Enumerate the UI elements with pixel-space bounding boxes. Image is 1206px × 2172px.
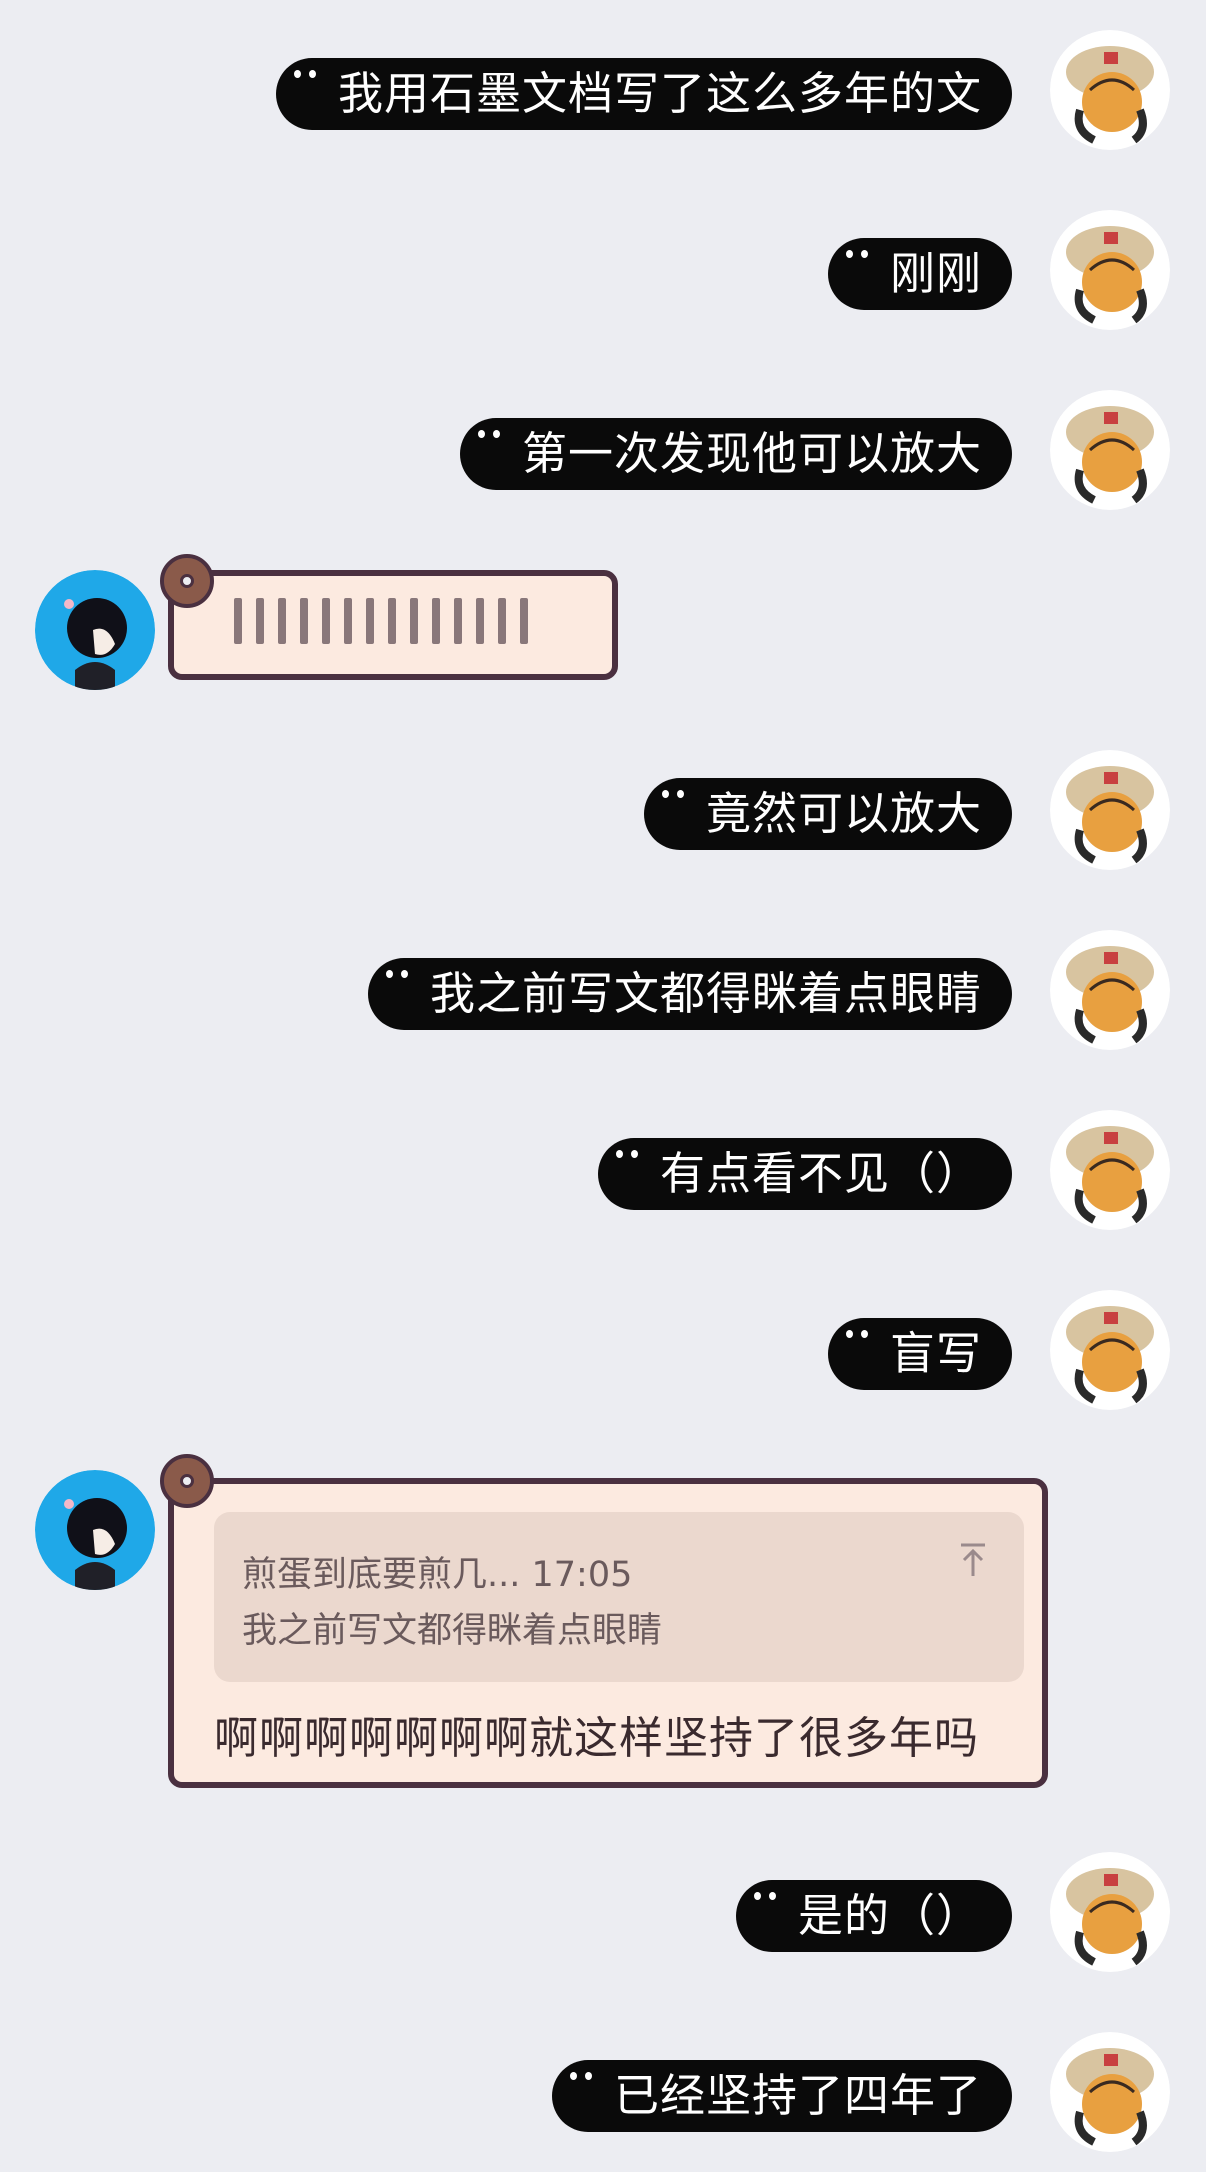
message-text: 啊啊啊啊啊啊啊就这样坚持了很多年吗 — [214, 1713, 979, 1764]
quoted-message[interactable]: 煎蛋到底要煎几... 17:05 我之前写文都得眯着点眼睛 — [214, 1512, 1024, 1682]
message-bubble[interactable]: 是的（） — [735, 1880, 1012, 1952]
voice-message-bubble[interactable] — [160, 554, 618, 680]
message-bubble[interactable]: 有点看不见（） — [597, 1138, 1012, 1210]
message-bubble[interactable]: 我之前写文都得眯着点眼睛 — [367, 958, 1012, 1030]
message-text: 我之前写文都得眯着点眼睛 — [429, 967, 982, 1020]
message-text: 我用石墨文档写了这么多年的文 — [337, 67, 982, 120]
message-bubble[interactable]: 已经坚持了四年了 — [551, 2060, 1012, 2132]
my-avatar[interactable] — [1050, 210, 1170, 330]
message-text: 盲写 — [889, 1327, 982, 1380]
message-bubble[interactable]: 竟然可以放大 — [643, 778, 1012, 850]
message-text: 刚刚 — [889, 247, 982, 300]
message-text: 竟然可以放大 — [705, 787, 982, 840]
contact-avatar[interactable] — [35, 570, 155, 690]
message-text: 已经坚持了四年了 — [613, 2069, 982, 2122]
quoted-message-source: 煎蛋到底要煎几... 17:05 — [242, 1555, 633, 1595]
reply-message-bubble[interactable]: 煎蛋到底要煎几... 17:05 我之前写文都得眯着点眼睛 啊啊啊啊啊啊啊就这样… — [160, 1454, 1048, 1788]
my-avatar[interactable] — [1050, 390, 1170, 510]
donut-icon — [160, 1454, 214, 1508]
message-bubble[interactable]: 我用石墨文档写了这么多年的文 — [275, 58, 1012, 130]
my-avatar[interactable] — [1050, 1290, 1170, 1410]
voice-waveform — [234, 598, 528, 644]
message-text: 有点看不见（） — [659, 1147, 982, 1200]
my-avatar[interactable] — [1050, 2032, 1170, 2152]
message-bubble[interactable]: 第一次发现他可以放大 — [459, 418, 1012, 490]
cat-eyes-icon — [845, 1330, 872, 1340]
message-bubble[interactable]: 刚刚 — [827, 238, 1012, 310]
message-bubble[interactable]: 盲写 — [827, 1318, 1012, 1390]
chat-window: 我用石墨文档写了这么多年的文 刚刚 第一次发现他可以放大 竟然可以放大 我之前写… — [0, 0, 1206, 2172]
cat-eyes-icon — [661, 790, 688, 800]
cat-eyes-icon — [293, 70, 320, 80]
cat-eyes-icon — [845, 250, 872, 260]
my-avatar[interactable] — [1050, 750, 1170, 870]
quoted-message-text: 我之前写文都得眯着点眼睛 — [242, 1611, 663, 1651]
my-avatar[interactable] — [1050, 30, 1170, 150]
cat-eyes-icon — [477, 430, 504, 440]
my-avatar[interactable] — [1050, 1110, 1170, 1230]
cat-eyes-icon — [753, 1892, 780, 1902]
message-text: 是的（） — [797, 1889, 982, 1942]
jump-to-original-icon[interactable] — [958, 1542, 988, 1578]
cat-eyes-icon — [615, 1150, 642, 1160]
contact-avatar[interactable] — [35, 1470, 155, 1590]
my-avatar[interactable] — [1050, 930, 1170, 1050]
cat-eyes-icon — [385, 970, 412, 980]
donut-icon — [160, 554, 214, 608]
message-text: 第一次发现他可以放大 — [521, 427, 982, 480]
my-avatar[interactable] — [1050, 1852, 1170, 1972]
cat-eyes-icon — [569, 2072, 596, 2082]
